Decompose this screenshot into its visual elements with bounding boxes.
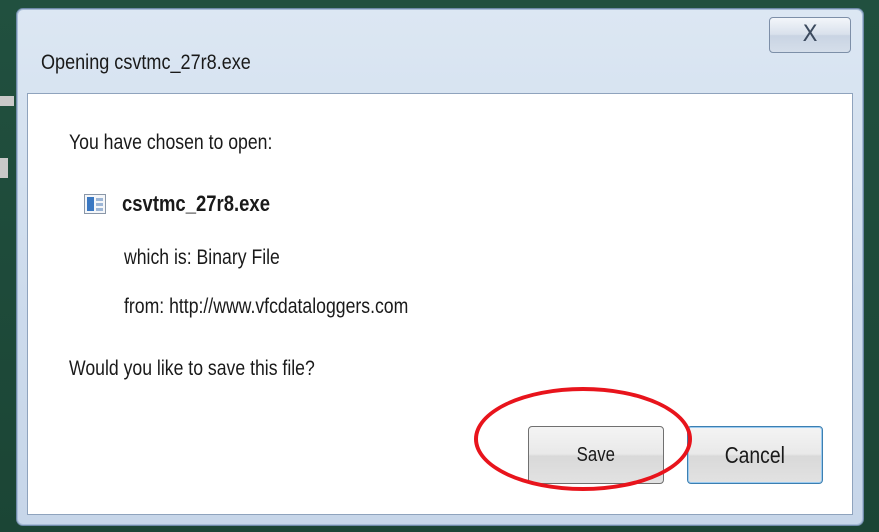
title-bar[interactable]: Opening csvtmc_27r8.exe X bbox=[17, 9, 863, 89]
cancel-button-label: Cancel bbox=[724, 441, 786, 468]
background-fragment bbox=[0, 96, 14, 106]
close-icon: X bbox=[802, 22, 818, 47]
save-button[interactable]: Save bbox=[528, 426, 664, 484]
file-download-dialog: Opening csvtmc_27r8.exe X You have chose… bbox=[16, 8, 864, 526]
dialog-title: Opening csvtmc_27r8.exe bbox=[41, 51, 251, 74]
file-row: csvtmc_27r8.exe bbox=[84, 189, 298, 219]
close-button[interactable]: X bbox=[769, 17, 851, 53]
background-fragment bbox=[0, 158, 8, 178]
exe-file-icon bbox=[84, 194, 106, 214]
cancel-button[interactable]: Cancel bbox=[687, 426, 823, 484]
save-question: Would you like to save this file? bbox=[69, 357, 315, 380]
dialog-content: You have chosen to open: csvtmc_27r8.exe… bbox=[27, 93, 853, 515]
file-name: csvtmc_27r8.exe bbox=[122, 191, 270, 216]
file-source-label: from: http://www.vfcdataloggers.com bbox=[124, 295, 409, 318]
file-type-label: which is: Binary File bbox=[124, 246, 280, 269]
save-button-label: Save bbox=[576, 443, 616, 466]
open-prompt: You have chosen to open: bbox=[69, 131, 273, 154]
